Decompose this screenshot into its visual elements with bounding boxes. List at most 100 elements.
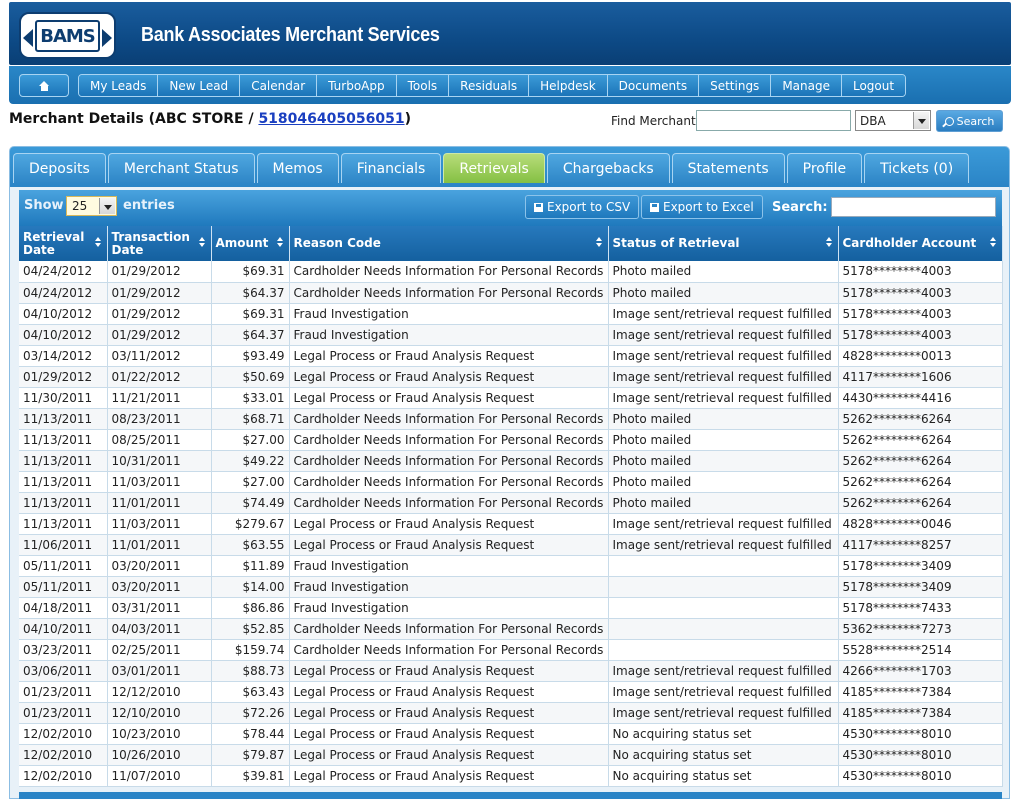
table-row[interactable]: 11/13/2011 11/01/2011 $74.49 Cardholder Nee… — [19, 492, 1003, 514]
table-row[interactable]: 03/23/2011 02/25/2011 $159.74 Cardholder Ne… — [19, 639, 1003, 661]
col-cardholder-account[interactable]: Cardholder Account — [838, 226, 1003, 261]
cell-reason-code: Fraud Investigation — [289, 303, 609, 325]
cell-transaction-date: 03/31/2011 — [107, 597, 212, 619]
nav-helpdesk[interactable]: Helpdesk — [529, 75, 608, 96]
cell-reason-code: Legal Process or Fraud Analysis Request — [289, 744, 609, 766]
sort-icon — [825, 237, 833, 249]
nav-turboapp[interactable]: TurboApp — [317, 75, 397, 96]
cell-retrieval-date: 03/23/2011 — [19, 639, 108, 661]
table-row[interactable]: 01/23/2011 12/12/2010 $63.43 Legal Process … — [19, 681, 1003, 703]
table-row[interactable]: 01/29/2012 01/22/2012 $50.69 Legal Process … — [19, 366, 1003, 388]
nav-documents[interactable]: Documents — [607, 75, 700, 96]
table-body: 04/24/2012 01/29/2012 $69.31 Cardholder Nee… — [19, 261, 1003, 787]
cell-amount: $52.85 — [211, 618, 290, 640]
table-row[interactable]: 05/11/2011 03/20/2011 $14.00 Fraud Investig… — [19, 576, 1003, 598]
table-row[interactable]: 12/02/2010 11/07/2010 $39.81 Legal Process … — [19, 765, 1003, 787]
table-row[interactable]: 04/24/2012 01/29/2012 $69.31 Cardholder Nee… — [19, 261, 1003, 283]
table-row[interactable]: 03/06/2011 03/01/2011 $88.73 Legal Process … — [19, 660, 1003, 682]
cell-amount: $11.89 — [211, 555, 290, 577]
cell-transaction-date: 03/20/2011 — [107, 576, 212, 598]
logo-text: BAMS — [35, 20, 100, 52]
find-field-select[interactable]: DBA — [855, 110, 931, 131]
tab-tickets[interactable]: Tickets (0) — [864, 153, 970, 183]
col-status[interactable]: Status of Retrieval — [608, 226, 839, 261]
table-row[interactable]: 11/13/2011 10/31/2011 $49.22 Cardholder Nee… — [19, 450, 1003, 472]
cell-status: Photo mailed — [608, 450, 839, 472]
table-row[interactable]: 04/10/2011 04/03/2011 $52.85 Cardholder Nee… — [19, 618, 1003, 640]
cell-status: Image sent/retrieval request fulfilled — [608, 681, 839, 703]
cell-retrieval-date: 11/06/2011 — [19, 534, 108, 556]
col-retrieval-date[interactable]: Retrieval Date — [19, 226, 108, 261]
search-button[interactable]: Search — [936, 110, 1003, 132]
table-row[interactable]: 11/13/2011 11/03/2011 $279.67 Legal Process… — [19, 513, 1003, 535]
cell-cardholder-account: 5262********6264 — [838, 408, 1003, 430]
tab-chargebacks[interactable]: Chargebacks — [546, 153, 670, 183]
cell-cardholder-account: 4530********8010 — [838, 723, 1003, 745]
cell-amount: $64.37 — [211, 324, 290, 346]
col-transaction-date[interactable]: Transaction Date — [107, 226, 212, 261]
export-excel-button[interactable]: Export to Excel — [641, 195, 763, 219]
cell-amount: $79.87 — [211, 744, 290, 766]
cell-transaction-date: 11/07/2010 — [107, 765, 212, 787]
table-row[interactable]: 11/13/2011 08/23/2011 $68.71 Cardholder Nee… — [19, 408, 1003, 430]
home-button[interactable] — [19, 74, 69, 97]
col-reason-code[interactable]: Reason Code — [289, 226, 609, 261]
table-row[interactable]: 11/13/2011 11/03/2011 $27.00 Cardholder Nee… — [19, 471, 1003, 493]
tab-retrievals[interactable]: Retrievals — [443, 153, 545, 183]
cell-transaction-date: 02/25/2011 — [107, 639, 212, 661]
table-row[interactable]: 05/11/2011 03/20/2011 $11.89 Fraud Investig… — [19, 555, 1003, 577]
cell-transaction-date: 04/03/2011 — [107, 618, 212, 640]
cell-status: Image sent/retrieval request fulfilled — [608, 366, 839, 388]
table-row[interactable]: 04/10/2012 01/29/2012 $64.37 Fraud Investig… — [19, 324, 1003, 346]
tab-financials[interactable]: Financials — [340, 153, 442, 183]
nav-my-leads[interactable]: My Leads — [79, 75, 159, 96]
cell-retrieval-date: 12/02/2010 — [19, 765, 108, 787]
table-row[interactable]: 01/23/2011 12/10/2010 $72.26 Legal Process … — [19, 702, 1003, 724]
nav-residuals[interactable]: Residuals — [449, 75, 530, 96]
table-row[interactable]: 04/24/2012 01/29/2012 $64.37 Cardholder Nee… — [19, 282, 1003, 304]
table-toolbar: Show 25 entries Export to CSV Export to … — [19, 190, 1002, 226]
cell-retrieval-date: 11/30/2011 — [19, 387, 108, 409]
table-row[interactable]: 12/02/2010 10/23/2010 $78.44 Legal Process … — [19, 723, 1003, 745]
table-row[interactable]: 12/02/2010 10/26/2010 $79.87 Legal Process … — [19, 744, 1003, 766]
table-row[interactable]: 04/10/2012 01/29/2012 $69.31 Fraud Investig… — [19, 303, 1003, 325]
chevron-down-icon — [99, 198, 115, 214]
main-nav: My Leads New Lead Calendar TurboApp Tool… — [78, 74, 907, 97]
table-row[interactable]: 11/06/2011 11/01/2011 $63.55 Legal Process … — [19, 534, 1003, 556]
tab-bar: Deposits Merchant Status Memos Financial… — [13, 153, 970, 183]
merchant-id-link[interactable]: 518046405056051 — [258, 111, 404, 127]
cell-retrieval-date: 01/29/2012 — [19, 366, 108, 388]
col-amount[interactable]: Amount — [211, 226, 290, 261]
nav-calendar[interactable]: Calendar — [240, 75, 318, 96]
table-row[interactable]: 11/30/2011 11/21/2011 $33.01 Legal Process … — [19, 387, 1003, 409]
cell-status: Photo mailed — [608, 408, 839, 430]
nav-tools[interactable]: Tools — [396, 75, 450, 96]
cell-amount: $74.49 — [211, 492, 290, 514]
tab-merchant-status[interactable]: Merchant Status — [107, 153, 255, 183]
table-row[interactable]: 04/18/2011 03/31/2011 $86.86 Fraud Investig… — [19, 597, 1003, 619]
tab-memos[interactable]: Memos — [256, 153, 339, 183]
table-row[interactable]: 03/14/2012 03/11/2012 $93.49 Legal Process … — [19, 345, 1003, 367]
nav-manage[interactable]: Manage — [771, 75, 842, 96]
nav-logout[interactable]: Logout — [841, 75, 906, 96]
tab-profile[interactable]: Profile — [786, 153, 863, 183]
tab-statements[interactable]: Statements — [671, 153, 785, 183]
tab-deposits[interactable]: Deposits — [13, 153, 106, 183]
cell-cardholder-account: 5528********2514 — [838, 639, 1003, 661]
cell-retrieval-date: 04/24/2012 — [19, 282, 108, 304]
nav-settings[interactable]: Settings — [699, 75, 772, 96]
cell-transaction-date: 11/21/2011 — [107, 387, 212, 409]
nav-new-lead[interactable]: New Lead — [158, 75, 241, 96]
cell-amount: $64.37 — [211, 282, 290, 304]
table-row[interactable]: 11/13/2011 08/25/2011 $27.00 Cardholder Nee… — [19, 429, 1003, 451]
bams-logo[interactable]: BAMS — [19, 12, 116, 59]
cell-transaction-date: 10/26/2010 — [107, 744, 212, 766]
cell-transaction-date: 03/11/2012 — [107, 345, 212, 367]
col-cardholder-account-label: Cardholder Account — [842, 236, 977, 250]
export-csv-button[interactable]: Export to CSV — [525, 195, 640, 219]
sort-icon — [198, 237, 206, 249]
table-search-input[interactable] — [831, 197, 996, 217]
cell-reason-code: Legal Process or Fraud Analysis Request — [289, 723, 609, 745]
find-merchant-input[interactable] — [696, 110, 851, 131]
page-length-select[interactable]: 25 — [66, 196, 117, 216]
